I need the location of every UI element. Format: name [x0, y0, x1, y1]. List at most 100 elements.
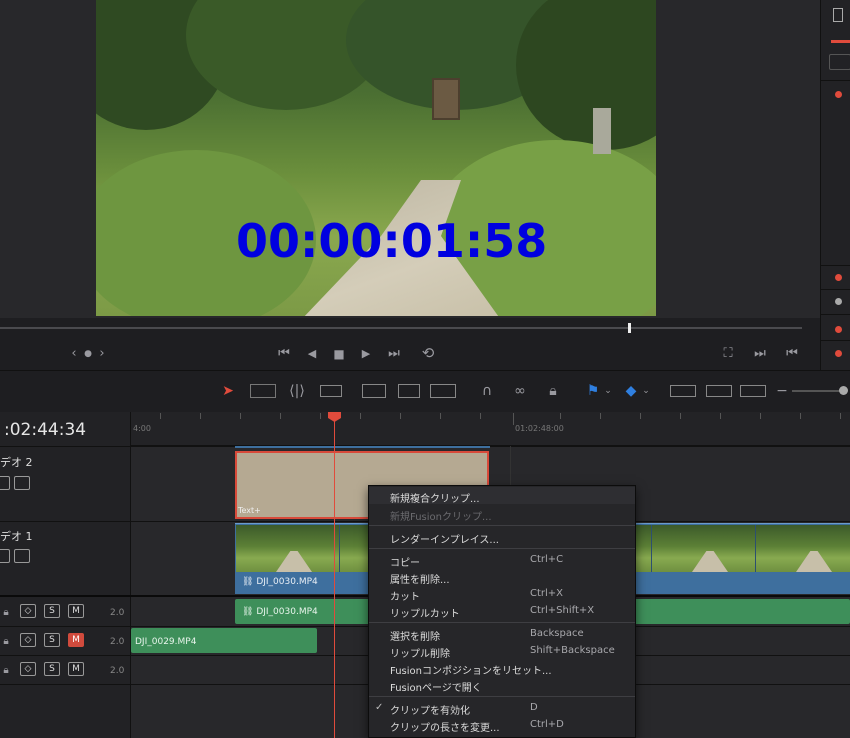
track-name-video-1[interactable]: デオ 1 — [0, 528, 33, 544]
first-frame-icon[interactable]: ⏮ — [274, 346, 294, 362]
zoom-out-icon[interactable]: − — [776, 381, 788, 401]
solo-button[interactable]: S — [44, 633, 60, 647]
stop-icon[interactable]: ■ — [331, 346, 347, 362]
timecode-text-overlay: 00:00:01:58 — [236, 214, 548, 268]
keyframe-toggle-icon[interactable] — [835, 274, 842, 281]
marker-icon[interactable]: ◆ — [622, 381, 640, 401]
menu-item-enable-clip[interactable]: クリップを有効化 — [390, 702, 470, 717]
keyframe-toggle-icon[interactable] — [835, 91, 842, 98]
viewer-preview-frame[interactable]: 00:00:01:58 — [96, 0, 656, 316]
zoom-full-icon[interactable] — [670, 385, 696, 397]
menu-item-reset-fusion-composition[interactable]: Fusionコンポジションをリセット... — [390, 662, 552, 677]
shortcut-enable-clip: D — [530, 702, 538, 713]
ruler-tick — [513, 413, 514, 425]
next-edit-icon[interactable]: ⏭ — [750, 346, 770, 362]
replace-clip-icon[interactable] — [430, 384, 456, 398]
nav-next-icon[interactable]: › — [96, 346, 108, 362]
solo-button[interactable]: S — [44, 662, 60, 676]
ruler-tick — [320, 413, 321, 419]
menu-item-remove-attributes[interactable]: 属性を削除... — [390, 571, 450, 586]
insert-clip-icon[interactable] — [362, 384, 386, 398]
menu-item-new-compound-clip[interactable]: 新規複合クリップ... — [390, 490, 480, 505]
zoom-detail-icon[interactable] — [706, 385, 732, 397]
video-clip-label: ⛓︎ DJI_0030.MP4 — [242, 577, 318, 587]
divider — [821, 314, 850, 315]
ruler-tick — [760, 413, 761, 419]
menu-item-change-clip-duration[interactable]: クリップの長さを変更... — [390, 719, 500, 734]
menu-item-ripple-cut[interactable]: リップルカット — [390, 605, 460, 620]
ruler-tick — [840, 413, 841, 419]
marker-dropdown-icon[interactable]: ⌄ — [640, 381, 652, 401]
play-icon[interactable]: ▶ — [358, 346, 374, 362]
inspector-tab-icon[interactable] — [833, 8, 843, 22]
shortcut-ripple-cut: Ctrl+Shift+X — [530, 605, 595, 616]
menu-item-copy[interactable]: コピー — [390, 554, 420, 569]
clip-thumbnail — [236, 525, 340, 572]
viewer-scrub-bar[interactable] — [0, 327, 802, 329]
menu-separator — [369, 622, 635, 623]
mute-button[interactable]: M — [68, 604, 84, 618]
keyframe-toggle-icon[interactable] — [835, 326, 842, 333]
track-visibility-button[interactable] — [14, 549, 30, 563]
ruler-tick — [680, 413, 681, 419]
nav-dot-icon[interactable]: ● — [82, 346, 94, 362]
ruler-tick — [800, 413, 801, 419]
position-lock-icon[interactable]: 🔒︎ — [544, 381, 562, 401]
ruler-tick — [720, 413, 721, 419]
keyframe-toggle-icon[interactable] — [835, 298, 842, 305]
scrub-handle[interactable] — [628, 323, 631, 333]
track-lock-button[interactable] — [0, 549, 10, 563]
ruler-tick — [280, 413, 281, 419]
blade-tool-icon[interactable] — [320, 385, 342, 397]
text-clip-label: Text+ — [238, 506, 261, 515]
trim-tool-icon[interactable] — [250, 384, 276, 398]
menu-item-new-fusion-clip[interactable]: 新規Fusionクリップ... — [390, 508, 492, 523]
mute-button[interactable]: M — [68, 662, 84, 676]
dynamic-trim-icon[interactable]: ⟨|⟩ — [286, 381, 308, 401]
menu-item-render-in-place[interactable]: レンダーインプレイス... — [390, 531, 499, 546]
playhead-line[interactable] — [334, 418, 335, 738]
zoom-slider-handle[interactable] — [839, 386, 848, 395]
solo-button[interactable]: S — [44, 604, 60, 618]
snapping-icon[interactable]: ∩ — [478, 381, 496, 401]
linked-selection-icon[interactable]: ∞ — [510, 381, 530, 401]
menu-item-delete-selected[interactable]: 選択を削除 — [390, 628, 440, 643]
track-lock-button[interactable] — [0, 476, 10, 490]
last-frame-icon[interactable]: ⏭ — [384, 346, 404, 362]
ruler-tick — [600, 413, 601, 419]
loop-icon[interactable]: ⟲ — [418, 345, 438, 361]
ruler-tick — [400, 413, 401, 419]
divider — [821, 340, 850, 341]
menu-item-ripple-delete[interactable]: リップル削除 — [390, 645, 450, 660]
inspector-tab-active-indicator — [831, 40, 850, 43]
link-icon: ⛓︎ — [242, 607, 254, 617]
mute-button-active[interactable]: M — [68, 633, 84, 647]
ruler-tick — [200, 413, 201, 419]
timeline-timecode: :02:44:34 — [4, 420, 87, 440]
video-clip-name: DJI_0030.MP4 — [256, 577, 318, 587]
match-frame-icon[interactable]: ⛶ — [718, 346, 738, 362]
inspector-field[interactable] — [829, 54, 850, 70]
timeline-ruler[interactable] — [131, 412, 850, 446]
keyframe-toggle-icon[interactable] — [835, 350, 842, 357]
selection-tool-icon[interactable]: ➤ — [220, 381, 236, 401]
overwrite-clip-icon[interactable] — [398, 384, 420, 398]
prev-edit-icon[interactable]: ⏮ — [782, 346, 802, 362]
audio-lock-icon[interactable]: 🔒︎ — [0, 661, 12, 681]
menu-item-cut[interactable]: カット — [390, 588, 420, 603]
flag-icon[interactable]: ⚑ — [584, 381, 602, 401]
reverse-play-icon[interactable]: ◀ — [304, 346, 320, 362]
nav-prev-icon[interactable]: ‹ — [68, 346, 80, 362]
audio-auto-select-button[interactable]: ◇ — [20, 604, 36, 618]
audio-lock-icon[interactable]: 🔒︎ — [0, 603, 12, 623]
flag-dropdown-icon[interactable]: ⌄ — [602, 381, 614, 401]
track-name-video-2[interactable]: デオ 2 — [0, 454, 33, 470]
menu-item-open-in-fusion-page[interactable]: Fusionページで開く — [390, 679, 482, 694]
audio-auto-select-button[interactable]: ◇ — [20, 662, 36, 676]
audio-lock-icon[interactable]: 🔒︎ — [0, 632, 12, 652]
zoom-custom-icon[interactable] — [740, 385, 766, 397]
audio-auto-select-button[interactable]: ◇ — [20, 633, 36, 647]
audio-clip-label: ⛓︎ DJI_0030.MP4 — [242, 607, 318, 617]
track-visibility-button[interactable] — [14, 476, 30, 490]
zoom-slider[interactable] — [792, 390, 844, 392]
